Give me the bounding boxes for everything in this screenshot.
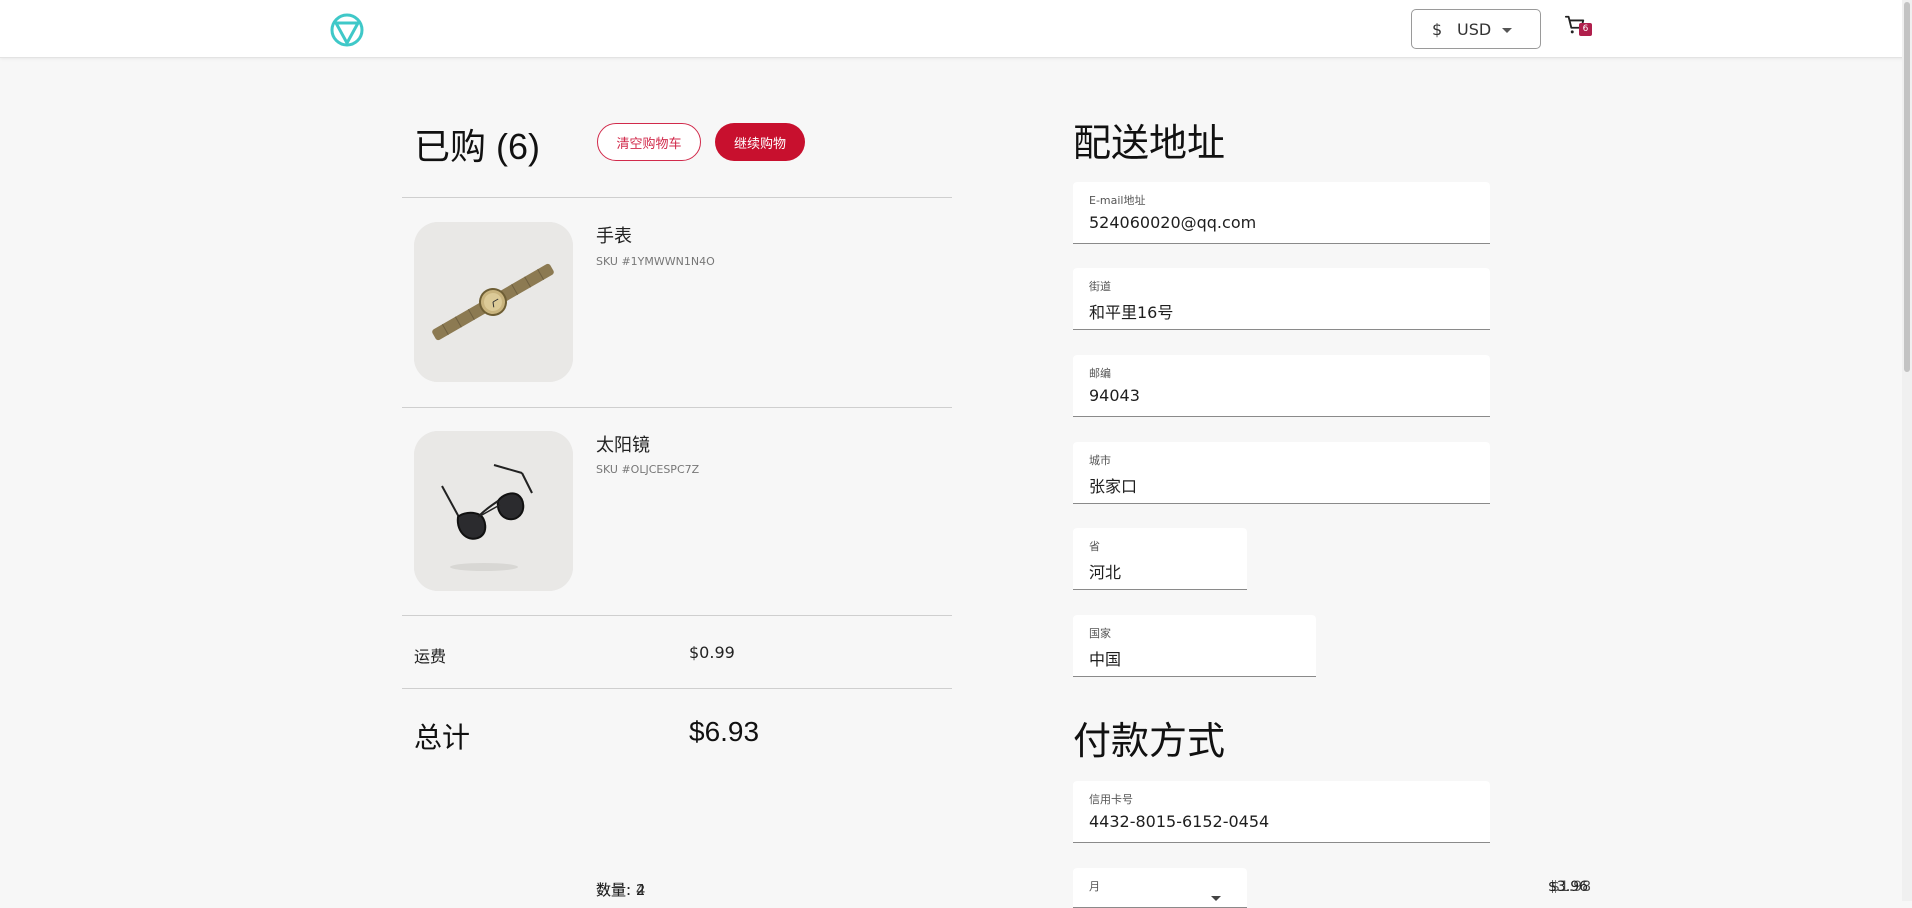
card-number-label: 信用卡号	[1089, 793, 1133, 806]
street-field[interactable]: 街道 和平里16号	[1073, 268, 1490, 330]
country-value: 中国	[1089, 650, 1122, 669]
item-name: 太阳镜	[596, 435, 650, 456]
payment-method-title: 付款方式	[1073, 721, 1226, 763]
card-number-field[interactable]: 信用卡号 4432-8015-6152-0454	[1073, 781, 1490, 843]
item-quantity-text: 数量: 4	[596, 881, 646, 899]
item-sku: SKU #OLJCESPC7Z	[596, 463, 700, 476]
currency-select[interactable]: $ USD	[1411, 9, 1541, 49]
state-label: 省	[1089, 540, 1100, 553]
zip-field[interactable]: 邮编 94043	[1073, 355, 1490, 417]
card-number-value: 4432-8015-6152-0454	[1089, 812, 1270, 831]
email-field[interactable]: E-mail地址 524060020@qq.com	[1073, 182, 1490, 244]
shipping-cost-value: $0.99	[689, 643, 735, 662]
email-label: E-mail地址	[1089, 194, 1146, 207]
chevron-down-icon	[1502, 28, 1512, 33]
item-name: 手表	[596, 226, 632, 247]
divider	[402, 688, 952, 689]
city-value: 张家口	[1089, 477, 1138, 496]
watch-image	[414, 222, 573, 382]
month-select[interactable]: 月	[1073, 868, 1247, 908]
top-header: $ USD 6	[0, 0, 1912, 58]
city-field[interactable]: 城市 张家口	[1073, 442, 1490, 504]
item-sku: SKU #1YMWWN1N4O	[596, 255, 715, 268]
divider	[402, 615, 952, 616]
continue-shopping-button[interactable]: 继续购物	[715, 123, 805, 161]
zip-value: 94043	[1089, 386, 1140, 405]
product-image-watch[interactable]	[414, 222, 573, 382]
empty-cart-button[interactable]: 清空购物车	[597, 123, 701, 161]
country-field[interactable]: 国家 中国	[1073, 615, 1316, 677]
page-scrollbar[interactable]	[1902, 0, 1912, 901]
month-label: 月	[1089, 880, 1100, 893]
street-label: 街道	[1089, 280, 1111, 293]
cart-title: 已购 (6)	[414, 126, 541, 167]
total-value: $6.93	[689, 716, 760, 747]
country-label: 国家	[1089, 627, 1111, 640]
email-value: 524060020@qq.com	[1089, 213, 1257, 232]
state-value: 河北	[1089, 563, 1122, 582]
item-price-text: $1.98	[1551, 879, 1592, 895]
chevron-down-icon	[1211, 896, 1221, 901]
divider	[402, 197, 952, 198]
street-value: 和平里16号	[1089, 303, 1174, 322]
cart-count-badge: 6	[1579, 23, 1592, 36]
product-image-sunglasses[interactable]	[414, 431, 573, 591]
scrollbar-thumb[interactable]	[1904, 2, 1910, 372]
sunglasses-image	[414, 431, 573, 591]
state-field[interactable]: 省 河北	[1073, 528, 1247, 590]
total-label: 总计	[414, 721, 471, 754]
shipping-cost-label: 运费	[414, 647, 447, 666]
currency-symbol: $	[1432, 20, 1443, 39]
store-logo-icon[interactable]	[330, 13, 364, 47]
city-label: 城市	[1089, 454, 1111, 467]
divider	[402, 407, 952, 408]
zip-label: 邮编	[1089, 367, 1111, 380]
currency-code: USD	[1457, 20, 1492, 39]
cart-button[interactable]: 6	[1564, 14, 1596, 42]
shipping-address-title: 配送地址	[1073, 123, 1226, 165]
